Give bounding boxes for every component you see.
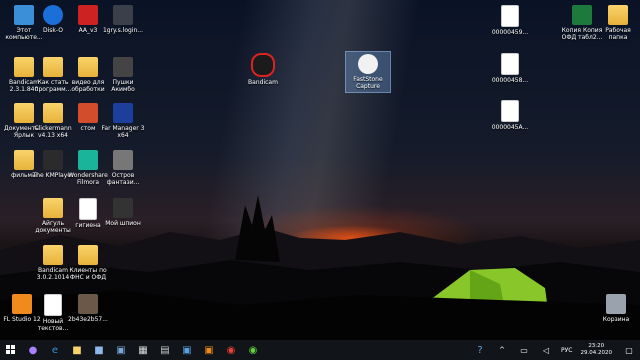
folder-icon xyxy=(78,245,98,265)
folder-icon xyxy=(43,103,63,123)
game-icon xyxy=(113,57,133,77)
desktop-icon-rabochaya-papka[interactable]: Рабочая папка xyxy=(596,5,640,41)
calculator-icon: ▦ xyxy=(138,344,148,356)
volume-icon[interactable]: ◁ xyxy=(537,341,555,359)
folder-icon xyxy=(608,5,628,25)
desktop-icon-moi-shpion[interactable]: Мой шпион xyxy=(101,198,145,227)
network-icon[interactable]: ▭ xyxy=(515,341,533,359)
app-icon: ▤ xyxy=(160,344,170,356)
start-button[interactable] xyxy=(2,341,20,359)
taskbar-app-3[interactable]: ▣ xyxy=(178,341,196,359)
filmora-icon xyxy=(78,150,98,170)
cortana-button[interactable]: ● xyxy=(24,341,42,359)
chrome-icon: ◉ xyxy=(226,344,236,356)
clock[interactable]: 23:20 29.04.2020 xyxy=(581,343,613,357)
chevron-up-icon[interactable]: ^ xyxy=(493,341,511,359)
taskbar-app-5[interactable]: ◉ xyxy=(244,341,262,359)
cortana-icon: ● xyxy=(28,344,38,356)
desktop-icon-file-458[interactable]: 00000458... xyxy=(488,53,532,84)
help-icon[interactable]: ? xyxy=(471,341,489,359)
desktop-icon-recycle-bin[interactable]: Корзина xyxy=(594,294,638,323)
desktop-icon-faststone[interactable]: FastStone Capture xyxy=(345,51,391,93)
file-icon xyxy=(501,53,519,75)
taskbar-explorer[interactable]: ■ xyxy=(68,341,86,359)
faststone-icon xyxy=(358,54,378,74)
app-icon: ▣ xyxy=(116,344,126,356)
desktop-icon-2b43[interactable]: 2b43e2b57... xyxy=(66,294,110,323)
store-icon: ■ xyxy=(94,344,104,356)
app-icon: ▣ xyxy=(204,344,214,356)
bandicam-icon xyxy=(251,53,275,77)
desktop-icon-bandicam[interactable]: Bandicam xyxy=(241,53,285,86)
file-icon xyxy=(501,100,519,122)
desktop-icon-file-45a[interactable]: 0000045A... xyxy=(488,100,532,131)
desktop-icon-clients[interactable]: Клиенты по ФНС и ОФД xyxy=(66,245,110,281)
taskbar-app-4[interactable]: ▣ xyxy=(200,341,218,359)
taskbar-calculator[interactable]: ▦ xyxy=(134,341,152,359)
recycle-bin-icon xyxy=(606,294,626,314)
clock-time: 23:20 xyxy=(588,343,605,349)
game-icon xyxy=(113,150,133,170)
language-indicator[interactable]: РУС xyxy=(561,347,572,354)
folder-icon xyxy=(43,245,63,265)
clock-date: 29.04.2020 xyxy=(580,350,613,356)
folder-icon xyxy=(43,198,63,218)
taskbar-edge[interactable]: e xyxy=(46,341,64,359)
taskbar-app-2[interactable]: ▤ xyxy=(156,341,174,359)
spy-icon xyxy=(113,198,133,218)
folder-icon: ■ xyxy=(72,344,82,356)
folder-icon xyxy=(43,57,63,77)
app-icon: ◉ xyxy=(248,344,258,356)
edge-icon: e xyxy=(51,344,59,356)
windows-icon xyxy=(6,345,15,354)
taskbar-app-1[interactable]: ▣ xyxy=(112,341,130,359)
taskbar-chrome[interactable]: ◉ xyxy=(222,341,240,359)
desktop-icon-pushki[interactable]: Пушки Акимбо xyxy=(101,57,145,93)
powerpoint-icon xyxy=(78,103,98,123)
window-icon xyxy=(113,5,133,25)
desktop-icon-ostrov[interactable]: Остров фантази... xyxy=(101,150,145,186)
excel-icon xyxy=(572,5,592,25)
app-icon: ▣ xyxy=(182,344,192,356)
file-icon xyxy=(501,5,519,27)
text-file-icon xyxy=(44,294,62,316)
desktop: Этот компьюте... Bandicam 2.3.1.840 Доку… xyxy=(0,0,640,340)
desktop-icon-far-manager[interactable]: Far Manager 3 x64 xyxy=(101,103,145,139)
desktop-icon-1gry[interactable]: 1gry.s.login... xyxy=(101,5,145,34)
disk-o-icon xyxy=(43,5,63,25)
kmplayer-icon xyxy=(43,150,63,170)
system-tray: ? ^ ▭ ◁ РУС 23:20 29.04.2020 ▢ xyxy=(469,340,640,360)
image-file-icon xyxy=(78,294,98,314)
word-document-icon xyxy=(79,198,97,220)
desktop-icon-file-459[interactable]: 00000459... xyxy=(488,5,532,36)
far-manager-icon xyxy=(113,103,133,123)
aa-icon xyxy=(78,5,98,25)
taskbar: ● e ■ ■ ▣ ▦ ▤ ▣ ▣ ◉ ◉ ? ^ ▭ ◁ РУС 23:20 … xyxy=(0,340,640,360)
fl-studio-icon xyxy=(12,294,32,314)
taskbar-store[interactable]: ■ xyxy=(90,341,108,359)
notifications-icon[interactable]: ▢ xyxy=(620,341,638,359)
folder-icon xyxy=(78,57,98,77)
